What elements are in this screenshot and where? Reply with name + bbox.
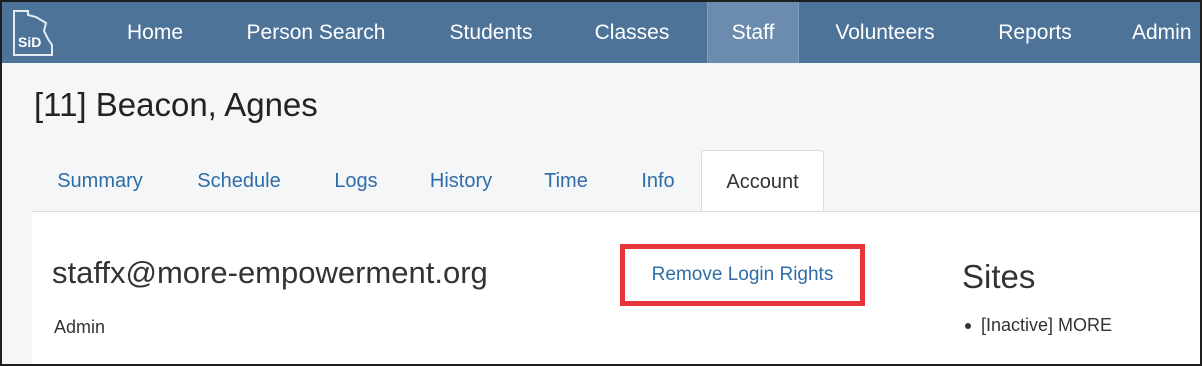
nav-classes-label: Classes xyxy=(594,20,670,44)
tab-account-label: Account xyxy=(726,170,799,193)
tab-account[interactable]: Account xyxy=(701,150,824,213)
tab-time-label: Time xyxy=(544,169,588,192)
minnesota-logo-icon: SiD xyxy=(13,9,53,56)
tab-history[interactable]: History xyxy=(408,150,514,212)
tab-summary-label: Summary xyxy=(57,169,143,192)
page-title: [11] Beacon, Agnes xyxy=(34,86,318,123)
app-frame: SiD Home Person Search Students Classes … xyxy=(0,0,1202,366)
tab-time[interactable]: Time xyxy=(524,150,608,212)
nav-students-label: Students xyxy=(449,20,533,44)
nav-reports-label: Reports xyxy=(998,20,1072,44)
nav-home-label: Home xyxy=(126,20,184,44)
list-item: [Inactive] MORE xyxy=(962,315,1112,336)
nav-home[interactable]: Home xyxy=(100,2,210,63)
account-role: Admin xyxy=(54,317,106,337)
svg-text:SiD: SiD xyxy=(18,34,41,50)
remove-login-rights-button[interactable]: Remove Login Rights xyxy=(620,244,865,306)
tab-summary[interactable]: Summary xyxy=(32,150,168,212)
tab-schedule[interactable]: Schedule xyxy=(176,150,302,212)
bullet-icon xyxy=(965,322,971,329)
nav-volunteers[interactable]: Volunteers xyxy=(814,2,956,63)
tab-schedule-label: Schedule xyxy=(197,169,281,192)
tab-info-label: Info xyxy=(641,169,675,192)
nav-admin-label: Admin xyxy=(1132,20,1192,44)
account-panel: staffx@more-empowerment.org Admin Remove… xyxy=(32,211,1200,364)
tab-info[interactable]: Info xyxy=(618,150,698,212)
nav-classes[interactable]: Classes xyxy=(572,2,692,63)
site-name: [Inactive] MORE xyxy=(981,315,1113,335)
tab-history-label: History xyxy=(429,169,493,192)
account-email: staffx@more-empowerment.org xyxy=(52,255,488,290)
nav-students[interactable]: Students xyxy=(422,2,560,63)
nav-staff[interactable]: Staff xyxy=(707,2,799,63)
sid-logo[interactable]: SiD xyxy=(2,2,64,63)
tab-bar: Summary Schedule Logs History Time Info … xyxy=(32,150,1200,213)
nav-volunteers-label: Volunteers xyxy=(835,20,935,44)
nav-reports[interactable]: Reports xyxy=(976,2,1094,63)
nav-admin[interactable]: Admin xyxy=(1114,2,1200,63)
tab-logs[interactable]: Logs xyxy=(312,150,400,212)
sites-list: [Inactive] MORE xyxy=(962,315,1112,336)
top-navbar: SiD Home Person Search Students Classes … xyxy=(2,2,1200,63)
nav-person-search-label: Person Search xyxy=(246,20,386,44)
sites-heading: Sites xyxy=(962,258,1036,295)
tab-logs-label: Logs xyxy=(334,169,378,192)
nav-staff-label: Staff xyxy=(731,20,775,44)
remove-login-rights-label: Remove Login Rights xyxy=(651,264,834,285)
nav-person-search[interactable]: Person Search xyxy=(227,2,405,63)
